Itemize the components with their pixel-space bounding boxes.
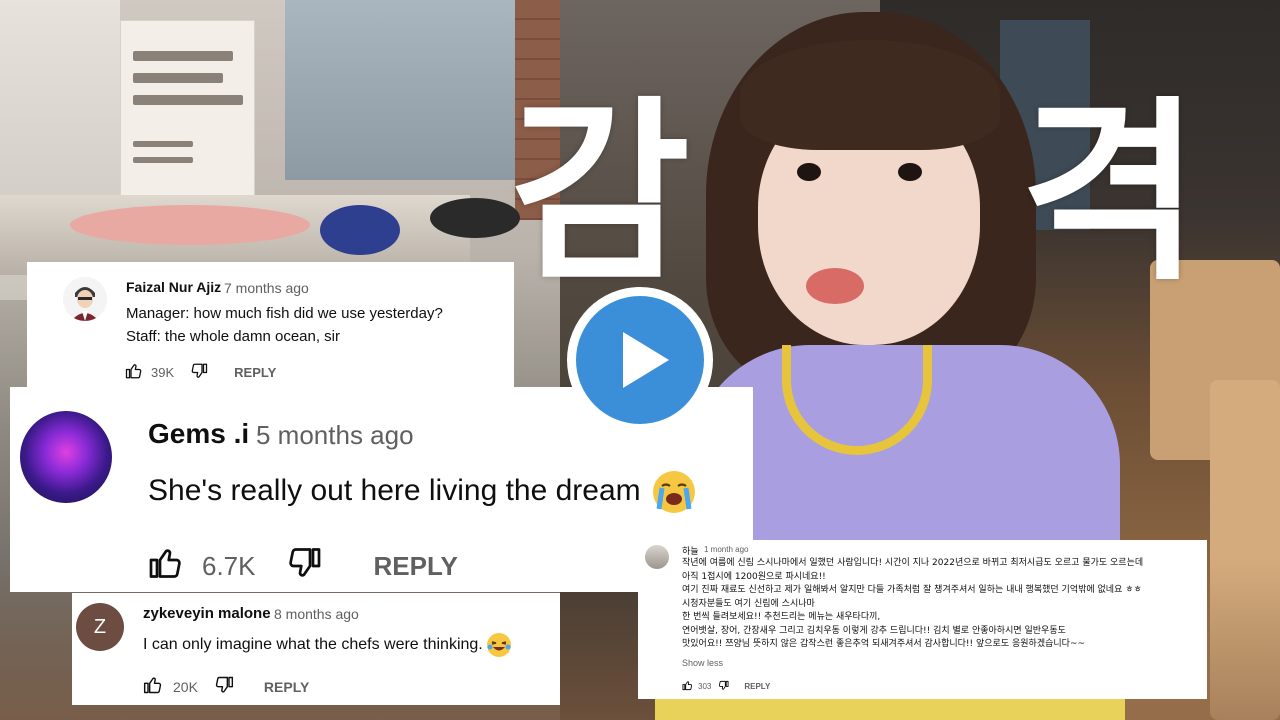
- like-count: 303: [698, 682, 712, 691]
- comment-line: 연어뱃살, 장어, 간장새우 그리고 김치우동 이렇게 강추 드립니다!! 김치…: [682, 625, 1066, 636]
- comment-text: She's really out here living the dream: [148, 473, 641, 507]
- comment-line: 아직 1접시에 1200원으로 파시네요!!: [682, 571, 826, 582]
- wall-poster: [120, 20, 255, 205]
- reply-button[interactable]: REPLY: [234, 365, 276, 380]
- comment-line: 맛있어요!! 쯔양님 뜻하지 않은 갑작스런 좋은추억 되새겨주셔서 감사합니다…: [682, 639, 1086, 649]
- comment-time[interactable]: 5 months ago: [256, 420, 414, 451]
- kitchen-window: [285, 0, 515, 180]
- comment-card: 하늘 1 month ago 작년에 여름에 신림 스시나마에서 일했던 사람입…: [638, 540, 1207, 699]
- comment-text: 작년에 여름에 신림 스시나마에서 일했던 사람입니다! 시간이 지나 2022…: [682, 557, 1202, 652]
- comment-text: Staff: the whole damn ocean, sir: [126, 328, 341, 345]
- comment-card: Z zykeveyin malone 8 months ago I can on…: [72, 593, 560, 705]
- avatar[interactable]: Z: [76, 603, 124, 651]
- comment-actions: 6.7K REPLY: [148, 545, 458, 588]
- avatar[interactable]: [645, 545, 669, 569]
- thumbs-up-icon[interactable]: [148, 545, 184, 588]
- title-char-1: 감: [510, 80, 691, 308]
- comment-actions: 303 REPLY: [682, 680, 770, 693]
- like-count: 6.7K: [202, 551, 256, 581]
- comment-author[interactable]: 하늘: [682, 544, 699, 557]
- reply-button[interactable]: REPLY: [744, 682, 770, 691]
- bowl: [430, 198, 520, 238]
- thumbs-down-icon[interactable]: [718, 680, 729, 693]
- thumbs-down-icon[interactable]: [214, 675, 234, 698]
- comment-actions: 39K REPLY: [125, 362, 276, 383]
- play-button[interactable]: [567, 287, 713, 433]
- title-char-2: 격: [1020, 80, 1201, 308]
- laughing-tears-face-icon: [486, 633, 511, 657]
- reply-button[interactable]: REPLY: [264, 679, 309, 695]
- comment-line: 여기 진짜 재료도 신선하고 제가 일해봐서 알지만 다들 가족처럼 잘 챙겨주…: [682, 585, 1142, 595]
- like-count: 20K: [173, 678, 198, 695]
- avatar[interactable]: [63, 277, 107, 321]
- thumbs-down-icon[interactable]: [190, 362, 208, 383]
- comment-text-row: I can only imagine what the chefs were t…: [143, 633, 511, 657]
- comment-actions: 20K REPLY: [143, 675, 309, 698]
- right-eye: [898, 163, 922, 181]
- reply-button[interactable]: REPLY: [374, 551, 458, 582]
- comment-line: 한 번씩 들려보세요!! 추천드리는 메뉴는 새우타다끼,: [682, 612, 881, 622]
- person-bangs: [740, 40, 1000, 150]
- avatar[interactable]: [20, 411, 112, 503]
- comment-time[interactable]: 1 month ago: [704, 545, 748, 554]
- show-less-link[interactable]: Show less: [682, 658, 723, 668]
- thumbs-up-icon[interactable]: [143, 675, 163, 698]
- play-icon[interactable]: [576, 296, 704, 424]
- loudly-crying-face-icon: [652, 471, 695, 513]
- comment-time[interactable]: 8 months ago: [274, 606, 359, 622]
- comment-author[interactable]: Gems .i: [148, 418, 249, 450]
- comment-author[interactable]: Faizal Nur Ajiz: [126, 279, 221, 295]
- comment-time[interactable]: 7 months ago: [224, 280, 309, 296]
- comment-card: Faizal Nur Ajiz 7 months ago Manager: ho…: [27, 262, 514, 388]
- thumbs-down-icon[interactable]: [286, 545, 322, 588]
- thumbs-up-icon[interactable]: [125, 362, 143, 383]
- comment-line: 작년에 여름에 신림 스시나마에서 일했던 사람입니다! 시간이 지나 2022…: [682, 558, 1144, 568]
- sushi-plate: [70, 205, 310, 245]
- comment-author[interactable]: zykeveyin malone: [143, 605, 271, 622]
- left-eye: [797, 163, 821, 181]
- comment-text-row: She's really out here living the dream: [148, 471, 695, 513]
- comment-text: Manager: how much fish did we use yester…: [126, 305, 443, 322]
- comment-text: I can only imagine what the chefs were t…: [143, 636, 483, 654]
- comment-line: 시청자분들도 여기 신림에 스시나마: [682, 598, 815, 609]
- like-count: 39K: [151, 365, 175, 380]
- mouth-with-sushi: [806, 268, 864, 304]
- soy-bowl: [320, 205, 400, 255]
- thumbs-up-icon[interactable]: [682, 680, 693, 693]
